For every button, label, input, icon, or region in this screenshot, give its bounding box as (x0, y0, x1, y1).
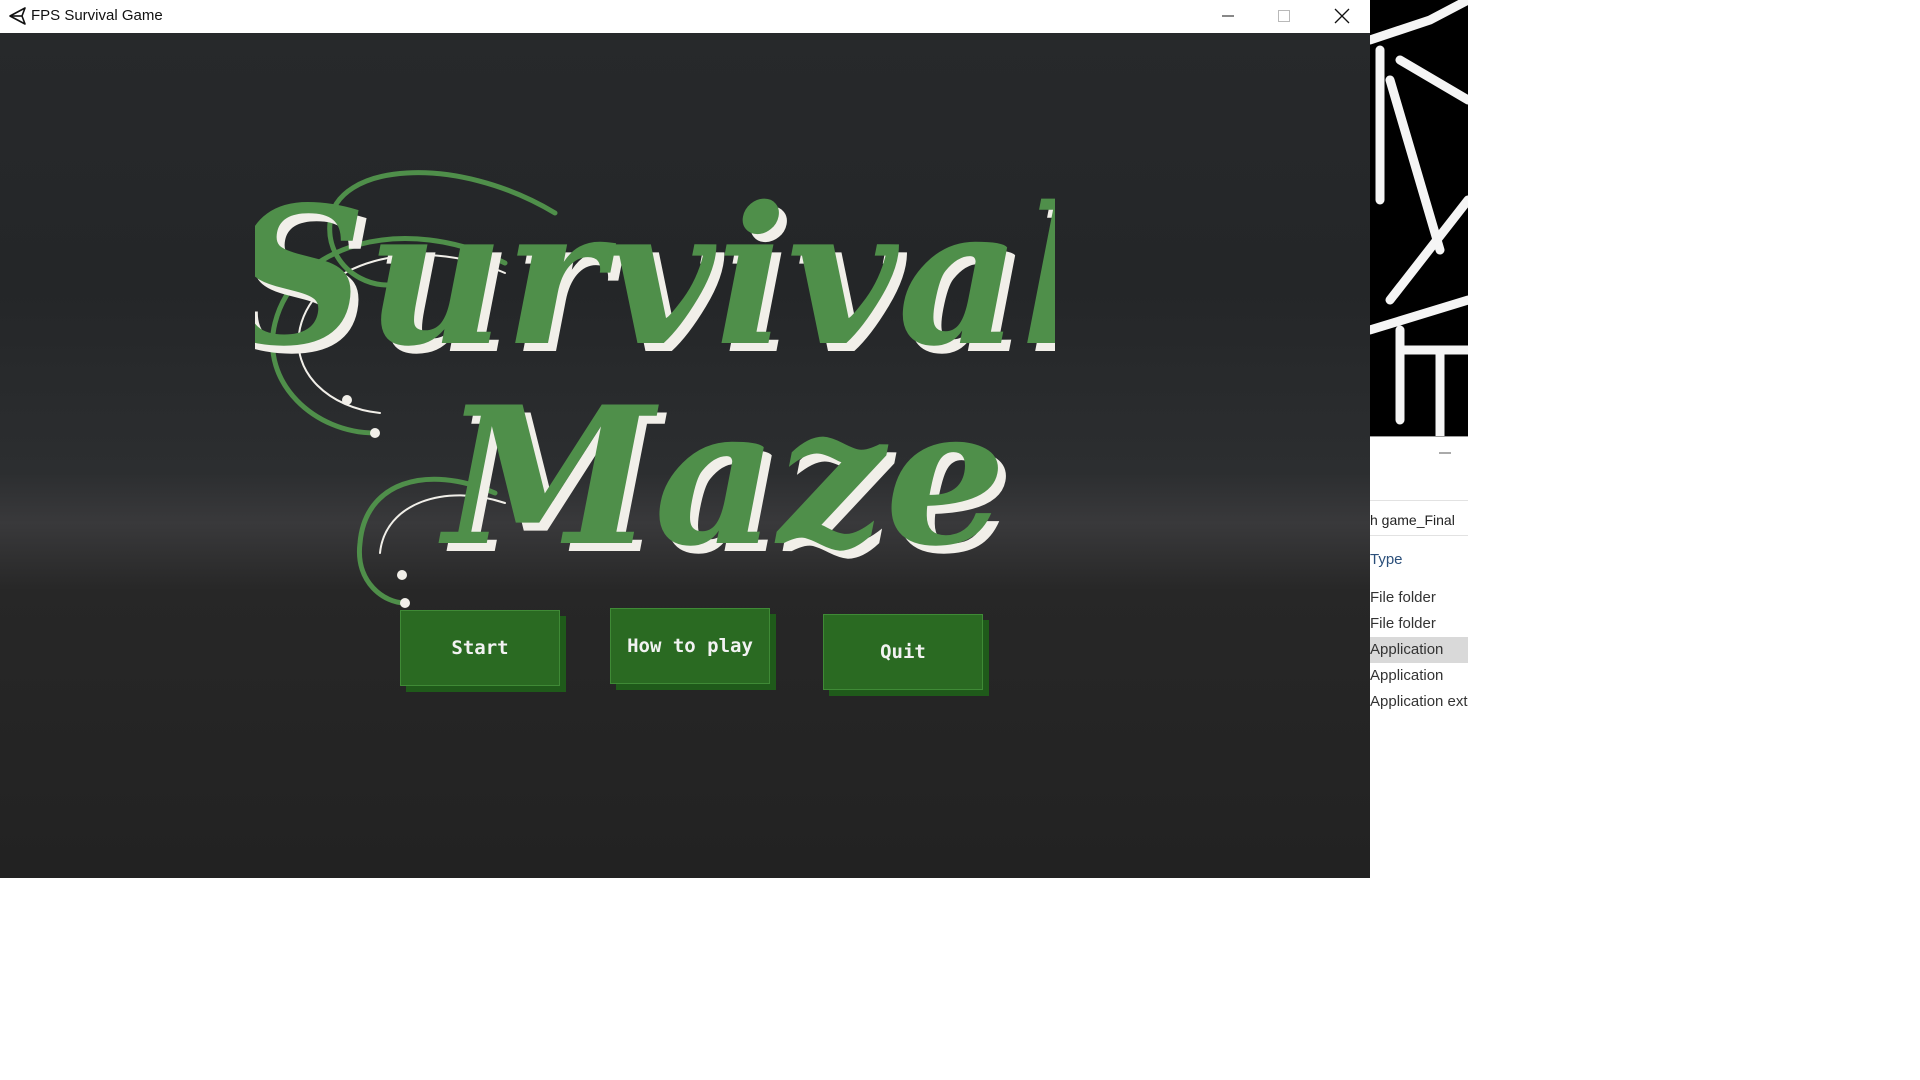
file-row-type[interactable]: File folder (1370, 611, 1468, 637)
logo-line-maze: Maze (438, 365, 1006, 588)
file-row-type[interactable]: Application (1370, 663, 1468, 689)
file-row-type-selected[interactable]: Application (1370, 637, 1468, 663)
divider (1370, 500, 1468, 501)
start-button[interactable]: Start (400, 610, 560, 686)
file-row-type[interactable]: File folder (1370, 585, 1468, 611)
maximize-button[interactable] (1256, 0, 1312, 33)
quit-button[interactable]: Quit (823, 614, 983, 690)
close-icon (1334, 8, 1350, 24)
unity-app-icon (9, 7, 26, 25)
window-title: FPS Survival Game (31, 7, 163, 24)
game-viewport: Survival Survival Maze Maze Start How to… (0, 33, 1370, 878)
minimize-button[interactable] (1200, 0, 1256, 33)
file-explorer-window[interactable]: h game_Final Type File folder File folde… (1370, 0, 1468, 880)
close-button[interactable] (1314, 0, 1370, 33)
quit-button-label: Quit (880, 641, 926, 663)
survival-maze-logo: Survival Survival Maze Maze (255, 165, 1055, 608)
minimize-icon (1222, 15, 1234, 17)
logo-line-survival: Survival (255, 165, 1055, 388)
game-window: FPS Survival Game Survival Survival Maze… (0, 0, 1370, 878)
maximize-icon (1278, 10, 1290, 22)
title-bar[interactable]: FPS Survival Game (0, 0, 1370, 33)
file-row-type[interactable]: Application exte (1370, 689, 1468, 715)
type-column-header[interactable]: Type (1370, 551, 1403, 568)
start-button-label: Start (451, 637, 509, 659)
image-preview-pane (1370, 0, 1468, 437)
minimize-icon[interactable] (1438, 446, 1452, 460)
how-to-play-button-label: How to play (627, 635, 753, 657)
how-to-play-button[interactable]: How to play (610, 608, 770, 684)
divider (1370, 535, 1468, 536)
explorer-address-bar[interactable]: h game_Final (1370, 512, 1468, 528)
